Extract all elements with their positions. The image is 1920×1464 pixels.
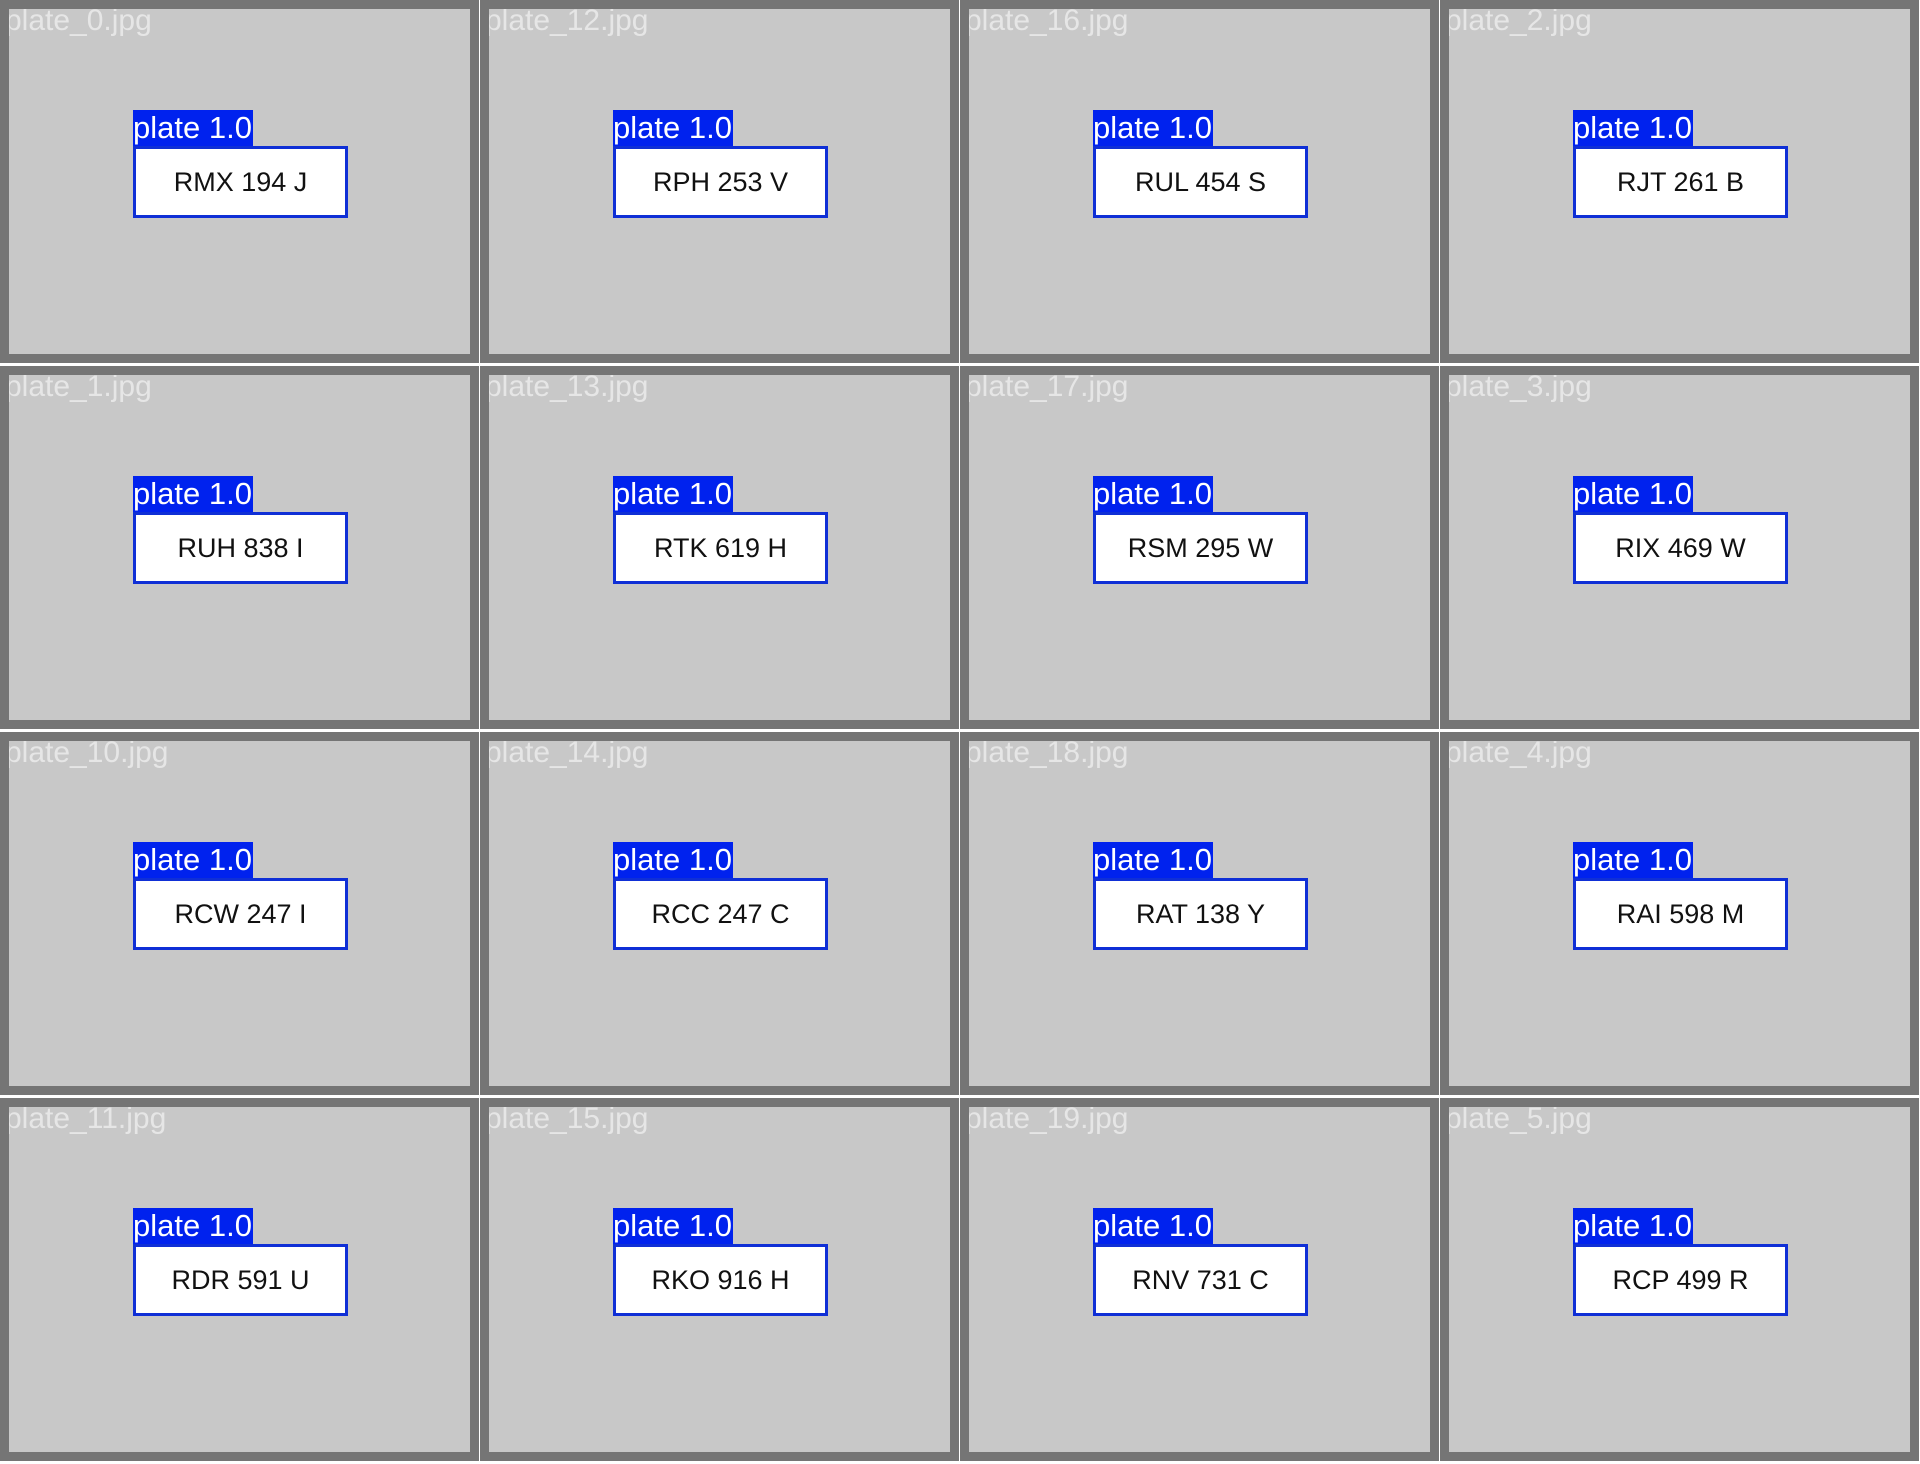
detection-class-label: plate 1.0 [133, 476, 253, 512]
plate-text: RUL 454 S [1134, 166, 1267, 197]
result-tile[interactable]: plate_3.jpgplate 1.0 RIX 469 W [1440, 366, 1919, 729]
image-filename: plate_0.jpg [5, 4, 152, 37]
license-plate-box: RAI 598 M [1573, 878, 1788, 950]
detection-class-label: plate 1.0 [1573, 1208, 1693, 1244]
plate-text: RIX 469 W [1615, 532, 1746, 563]
license-plate-box: RDR 591 U [133, 1244, 348, 1316]
result-tile[interactable]: plate_19.jpgplate 1.0 RNV 731 C [960, 1098, 1439, 1461]
image-filename: plate_13.jpg [485, 370, 649, 403]
image-filename: plate_12.jpg [485, 4, 649, 37]
result-tile[interactable]: plate_1.jpgplate 1.0 RUH 838 I [0, 366, 479, 729]
plate-text: RSM 295 W [1127, 532, 1274, 563]
image-filename: plate_19.jpg [965, 1102, 1129, 1135]
detection-class-label: plate 1.0 [1093, 110, 1213, 146]
detection-class-label: plate 1.0 [613, 110, 733, 146]
image-filename: plate_14.jpg [485, 736, 649, 769]
image-filename: plate_17.jpg [965, 370, 1129, 403]
plate-text: RMX 194 J [173, 166, 308, 197]
plate-text: RJT 261 B [1616, 166, 1745, 197]
image-filename: plate_11.jpg [5, 1102, 167, 1135]
image-filename: plate_2.jpg [1445, 4, 1592, 37]
license-plate-box: RCP 499 R [1573, 1244, 1788, 1316]
detection-results-grid: plate_0.jpgplate 1.0 RMX 194 J plate_12.jp… [0, 0, 1920, 1464]
detection-class-label: plate 1.0 [1573, 110, 1693, 146]
result-tile[interactable]: plate_16.jpgplate 1.0 RUL 454 S [960, 0, 1439, 363]
plate-text: RTK 619 H [653, 532, 788, 563]
license-plate-box: RKO 916 H [613, 1244, 828, 1316]
plate-text: RKO 916 H [651, 1264, 790, 1295]
result-tile[interactable]: plate_10.jpgplate 1.0 RCW 247 I [0, 732, 479, 1095]
image-filename: plate_16.jpg [965, 4, 1129, 37]
result-tile[interactable]: plate_2.jpgplate 1.0 RJT 261 B [1440, 0, 1919, 363]
detection-class-label: plate 1.0 [133, 1208, 253, 1244]
plate-text: RCP 499 R [1612, 1264, 1749, 1295]
plate-text: RDR 591 U [171, 1264, 310, 1295]
result-tile[interactable]: plate_12.jpgplate 1.0 RPH 253 V [480, 0, 959, 363]
detection-class-label: plate 1.0 [613, 1208, 733, 1244]
image-filename: plate_4.jpg [1445, 736, 1592, 769]
result-tile[interactable]: plate_14.jpgplate 1.0 RCC 247 C [480, 732, 959, 1095]
license-plate-box: RSM 295 W [1093, 512, 1308, 584]
license-plate-box: RPH 253 V [613, 146, 828, 218]
detection-class-label: plate 1.0 [1573, 842, 1693, 878]
image-filename: plate_18.jpg [965, 736, 1129, 769]
detection-class-label: plate 1.0 [133, 110, 253, 146]
plate-text: RNV 731 C [1132, 1264, 1269, 1295]
detection-class-label: plate 1.0 [1573, 476, 1693, 512]
image-filename: plate_10.jpg [5, 736, 169, 769]
license-plate-box: RIX 469 W [1573, 512, 1788, 584]
result-tile[interactable]: plate_18.jpgplate 1.0 RAT 138 Y [960, 732, 1439, 1095]
detection-class-label: plate 1.0 [613, 842, 733, 878]
detection-class-label: plate 1.0 [613, 476, 733, 512]
detection-class-label: plate 1.0 [1093, 476, 1213, 512]
plate-text: RPH 253 V [652, 166, 789, 197]
license-plate-box: RMX 194 J [133, 146, 348, 218]
license-plate-box: RUL 454 S [1093, 146, 1308, 218]
license-plate-box: RCW 247 I [133, 878, 348, 950]
result-tile[interactable]: plate_17.jpgplate 1.0 RSM 295 W [960, 366, 1439, 729]
result-tile[interactable]: plate_5.jpgplate 1.0 RCP 499 R [1440, 1098, 1919, 1461]
license-plate-box: RAT 138 Y [1093, 878, 1308, 950]
plate-text: RUH 838 I [177, 532, 304, 563]
license-plate-box: RCC 247 C [613, 878, 828, 950]
detection-class-label: plate 1.0 [133, 842, 253, 878]
plate-text: RCW 247 I [174, 898, 307, 929]
image-filename: plate_5.jpg [1445, 1102, 1592, 1135]
license-plate-box: RJT 261 B [1573, 146, 1788, 218]
result-tile[interactable]: plate_15.jpgplate 1.0 RKO 916 H [480, 1098, 959, 1461]
license-plate-box: RUH 838 I [133, 512, 348, 584]
result-tile[interactable]: plate_11.jpgplate 1.0 RDR 591 U [0, 1098, 479, 1461]
detection-class-label: plate 1.0 [1093, 842, 1213, 878]
image-filename: plate_3.jpg [1445, 370, 1592, 403]
result-tile[interactable]: plate_0.jpgplate 1.0 RMX 194 J [0, 0, 479, 363]
result-tile[interactable]: plate_13.jpgplate 1.0 RTK 619 H [480, 366, 959, 729]
license-plate-box: RTK 619 H [613, 512, 828, 584]
plate-text: RCC 247 C [651, 898, 790, 929]
license-plate-box: RNV 731 C [1093, 1244, 1308, 1316]
image-filename: plate_15.jpg [485, 1102, 649, 1135]
plate-text: RAT 138 Y [1135, 898, 1266, 929]
result-tile[interactable]: plate_4.jpgplate 1.0 RAI 598 M [1440, 732, 1919, 1095]
plate-text: RAI 598 M [1616, 898, 1745, 929]
image-filename: plate_1.jpg [5, 370, 152, 403]
detection-class-label: plate 1.0 [1093, 1208, 1213, 1244]
